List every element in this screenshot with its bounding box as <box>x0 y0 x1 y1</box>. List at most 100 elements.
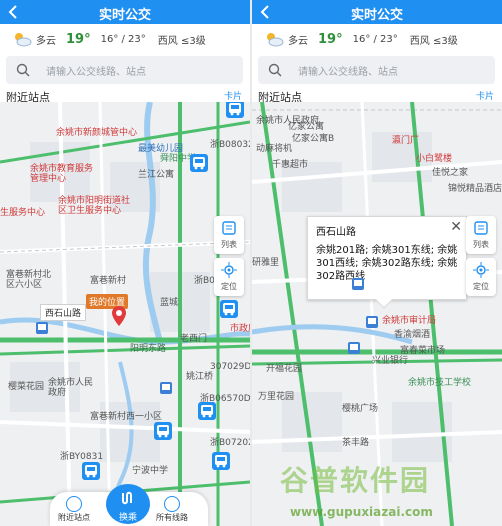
map-label: 千惠超市 <box>272 160 309 170</box>
weather-range: 16° / 23° <box>352 33 398 45</box>
list-icon <box>222 221 236 235</box>
watermark-url: www.gupuxiazai.com <box>290 505 433 519</box>
map-label: 小白鹭楼 <box>416 154 453 164</box>
bus-icon[interactable] <box>212 452 230 470</box>
nav-bar: 实时公交 <box>0 0 250 24</box>
map-label: 307029D <box>210 362 250 372</box>
map-label: 浙B08032D <box>210 140 250 150</box>
search-icon <box>268 63 282 77</box>
panel-right: 实时公交 多云 19° 16° / 23° 西风 ≤3级 请输入公交线路、站点 … <box>252 0 502 526</box>
map-view[interactable]: 余姚市新颜城管中心 余姚市教育服务管理中心 余姚市阳明街道社区卫生服务中心 生服… <box>0 102 250 526</box>
map-label: 兴业银行 <box>372 356 409 366</box>
map-label: 开福花园 <box>266 364 303 374</box>
bus-icon[interactable] <box>226 102 244 118</box>
map-label: 余姚市技工学校 <box>408 378 472 388</box>
nearby-icon <box>66 496 82 512</box>
locate-button[interactable]: 定位 <box>466 258 496 296</box>
weather-wind: 西风 ≤3级 <box>409 35 458 47</box>
bus-icon[interactable] <box>220 300 238 318</box>
tab-all-lines[interactable]: 所有线路 <box>156 496 188 523</box>
bus-stop-icon[interactable] <box>36 322 48 334</box>
bus-stop-icon[interactable] <box>366 316 378 328</box>
map-label: 阳明东路 <box>130 344 167 354</box>
bus-stop-icon[interactable] <box>348 342 360 354</box>
map-label: 浙BY0831 <box>60 452 104 462</box>
list-button[interactable]: 列表 <box>466 216 496 254</box>
map-label: 最美幼儿园 <box>138 144 184 154</box>
search-placeholder: 请输入公交线路、站点 <box>46 66 146 78</box>
card-link[interactable]: 卡片 <box>476 89 494 102</box>
map-label: 亿家公寓 <box>288 122 325 132</box>
bus-stop-icon[interactable] <box>352 278 364 290</box>
map-label: 余姚市阳明街道社区卫生服务中心 <box>58 196 131 216</box>
card-link[interactable]: 卡片 <box>224 89 242 102</box>
list-icon <box>474 221 488 235</box>
bus-icon[interactable] <box>190 154 208 172</box>
transfer-icon <box>122 491 132 505</box>
map-label: 富巷新村西一小区 <box>90 412 163 422</box>
map-label: 富春菜市场 <box>400 346 446 356</box>
map-label: 市政府 <box>230 324 250 334</box>
map-label: 宁波中学 <box>132 466 169 476</box>
bus-icon[interactable] <box>198 402 216 420</box>
bus-icon[interactable] <box>154 422 172 440</box>
map-label: 姚江桥 <box>186 372 214 382</box>
map-label: 生服务中心 <box>0 208 46 218</box>
map-label: 佳悦之家 <box>432 168 469 178</box>
map-label: 浙B07202 <box>210 438 250 448</box>
weather-temp: 19° <box>66 31 91 47</box>
location-pin-icon <box>112 306 126 326</box>
panel-left: 实时公交 多云 19° 16° / 23° 西风 ≤3级 请输入公交线路、站点 … <box>0 0 250 526</box>
search-input[interactable]: 请输入公交线路、站点 <box>6 56 243 84</box>
map-label: 樱菜花园 <box>8 382 45 392</box>
map-label: 研雅里 <box>252 258 280 268</box>
weather-condition: 多云 <box>36 35 56 47</box>
popup-lines: 余姚201路; 余姚301东线; 余姚301西线; 余姚302路东线; 余姚30… <box>316 245 458 282</box>
locate-icon <box>473 262 489 278</box>
map-label: 亿家公寓B <box>292 134 335 144</box>
weather-range: 16° / 23° <box>100 33 146 45</box>
map-label: 茶丰路 <box>342 438 370 448</box>
weather-bar: 多云 19° 16° / 23° 西风 ≤3级 <box>252 24 502 54</box>
page-title: 实时公交 <box>350 8 403 23</box>
search-placeholder: 请输入公交线路、站点 <box>298 66 398 78</box>
locate-icon <box>221 262 237 278</box>
map-label: 富巷新村北区六小区 <box>6 270 52 290</box>
map-label: 余姚市新颜城管中心 <box>56 128 138 138</box>
cloudy-icon <box>267 33 284 47</box>
watermark-title: 谷普软件园 <box>280 464 431 497</box>
list-button[interactable]: 列表 <box>214 216 244 254</box>
map-label: 动麻将机 <box>256 144 293 154</box>
map-label: 樱桃广场 <box>342 404 379 414</box>
tab-nearby[interactable]: 附近站点 <box>58 496 90 523</box>
map-label: 余姚市教育服务管理中心 <box>30 164 94 184</box>
page-title: 实时公交 <box>98 8 151 23</box>
bus-icon[interactable] <box>82 462 100 480</box>
map-label: 万里花园 <box>258 392 295 402</box>
map-label: 锦悦精品酒店 <box>448 184 502 194</box>
tab-transfer[interactable]: 换乘 <box>106 484 150 524</box>
close-icon[interactable]: ✕ <box>450 219 462 235</box>
weather-bar: 多云 19° 16° / 23° 西风 ≤3级 <box>0 24 250 54</box>
map-label: 余姚市审计局 <box>382 316 437 326</box>
map-label: 香渝烟酒 <box>394 330 431 340</box>
map-label: 富巷新村 <box>90 276 127 286</box>
station-popup: 西石山路 余姚201路; 余姚301东线; 余姚301西线; 余姚302路东线;… <box>307 216 467 309</box>
lines-icon <box>164 496 180 512</box>
map-label: 蓝城 <box>160 298 179 308</box>
cloudy-icon <box>15 33 32 47</box>
map-label: 余姚市人民政府 <box>48 378 94 398</box>
weather-temp: 19° <box>318 31 343 47</box>
nav-bar: 实时公交 <box>252 0 502 24</box>
weather-condition: 多云 <box>288 35 308 47</box>
map-label: 瀛门厂 <box>392 136 420 146</box>
search-icon <box>16 63 30 77</box>
weather-wind: 西风 ≤3级 <box>157 35 206 47</box>
search-input[interactable]: 请输入公交线路、站点 <box>258 56 495 84</box>
station-tag[interactable]: 西石山路 <box>40 304 87 321</box>
bottom-tab-bar: 附近站点 换乘 所有线路 <box>50 484 208 526</box>
bus-stop-icon[interactable] <box>160 382 172 394</box>
map-label: 兰江公寓 <box>138 170 175 180</box>
locate-button[interactable]: 定位 <box>214 258 244 296</box>
popup-title: 西石山路 <box>316 227 356 238</box>
